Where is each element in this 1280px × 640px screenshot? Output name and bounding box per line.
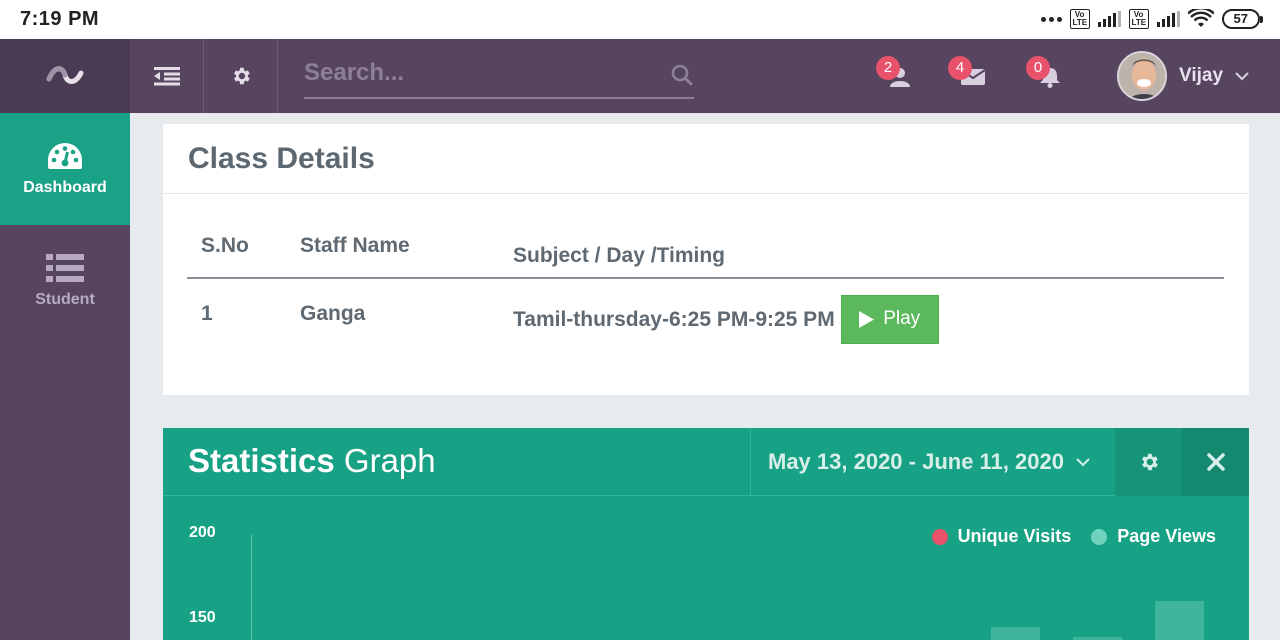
y-tick-label: 200 [189,524,216,541]
play-icon [859,310,875,328]
y-axis-line [251,534,252,640]
sidebar-item-student[interactable]: Student [0,225,130,337]
volte-icon: Vo LTE [1128,9,1149,29]
sidebar: Dashboard Student [0,113,130,640]
notification-badge: 2 [876,56,900,80]
chart-legend: Unique Visits Page Views [912,526,1216,547]
legend-dot [931,528,948,545]
search-icon[interactable] [670,63,694,87]
panel-settings-button[interactable] [1115,428,1182,496]
cell-staff-name: Ganga [300,302,366,325]
notification-badge: 4 [948,56,972,80]
search-input[interactable] [304,53,654,93]
subject-timing: Tamil-thursday-6:25 PM-9:25 PM [513,308,835,331]
statistics-header: Statistics Graph May 13, 2020 - June 11,… [163,428,1249,496]
panel-close-button[interactable] [1182,428,1249,496]
date-range-label: May 13, 2020 - June 11, 2020 [768,449,1064,474]
class-details-card: Class Details S.No Staff Name Subject / … [163,124,1249,395]
notification-badge: 0 [1026,56,1050,80]
status-icons: Vo LTE Vo LTE 57 [1040,9,1264,29]
logo-icon [46,66,84,84]
statistics-panel: Statistics Graph May 13, 2020 - June 11,… [163,428,1249,640]
cell-sno: 1 [201,302,213,325]
friend-requests-button[interactable]: 2 [876,56,916,96]
sidebar-item-label: Student [35,291,95,308]
settings-button[interactable] [204,39,278,113]
column-header-sno: S.No [201,234,249,257]
alerts-button[interactable]: 0 [1026,56,1066,96]
legend-item-page-views[interactable]: Page Views [1091,526,1216,547]
menu-collapse-icon [153,67,180,86]
sidebar-item-dashboard[interactable]: Dashboard [0,113,130,225]
statistics-title-bold: Statistics [188,442,335,479]
close-icon [1206,453,1225,471]
gear-icon [1141,453,1158,471]
statistics-title: Statistics Graph [188,442,436,480]
sidebar-toggle-button[interactable] [130,39,204,113]
chart-bar [991,627,1040,640]
search-box [304,53,694,99]
volte-icon: Vo LTE [1069,9,1090,29]
class-table: S.No Staff Name Subject / Day /Timing 1 … [187,234,1224,349]
dashboard-icon [48,143,82,169]
wifi-icon [1187,9,1214,27]
table-header: S.No Staff Name Subject / Day /Timing [187,234,1224,279]
signal-icon [1097,11,1121,27]
chart-bar [1155,601,1204,640]
chevron-down-icon [1076,457,1090,466]
play-button[interactable]: Play [840,294,939,344]
status-time: 7:19 PM [20,8,100,30]
user-name: Vijay [1179,65,1224,86]
legend-label: Page Views [1117,526,1216,546]
column-header-staff: Staff Name [300,234,410,257]
legend-dot [1091,528,1108,545]
user-menu[interactable]: Vijay [1117,51,1249,101]
more-dots-icon [1040,16,1062,22]
date-range-picker[interactable]: May 13, 2020 - June 11, 2020 [750,428,1115,496]
app-header: 2 4 0 Vijay [0,39,1280,113]
app-logo[interactable] [0,39,130,113]
sidebar-item-label: Dashboard [23,179,107,196]
cell-subject: Tamil-thursday-6:25 PM-9:25 PM Play [513,285,1224,344]
chevron-down-icon [1235,71,1249,80]
y-tick-label: 150 [189,609,216,626]
avatar [1117,51,1167,101]
signal-icon [1156,11,1180,27]
legend-label: Unique Visits [957,526,1072,546]
statistics-title-light: Graph [343,442,436,479]
gear-icon [233,67,250,85]
legend-item-unique-visits[interactable]: Unique Visits [931,526,1072,547]
column-header-subject: Subject / Day /Timing [513,243,725,267]
battery-icon: 57 [1221,9,1264,29]
play-button-label: Play [883,308,921,329]
messages-button[interactable]: 4 [948,56,988,96]
list-icon [46,254,84,282]
table-row: 1 Ganga Tamil-thursday-6:25 PM-9:25 PM P… [187,279,1224,349]
card-title: Class Details [163,124,1249,194]
status-bar: 7:19 PM Vo LTE Vo LTE 57 [0,0,1280,39]
